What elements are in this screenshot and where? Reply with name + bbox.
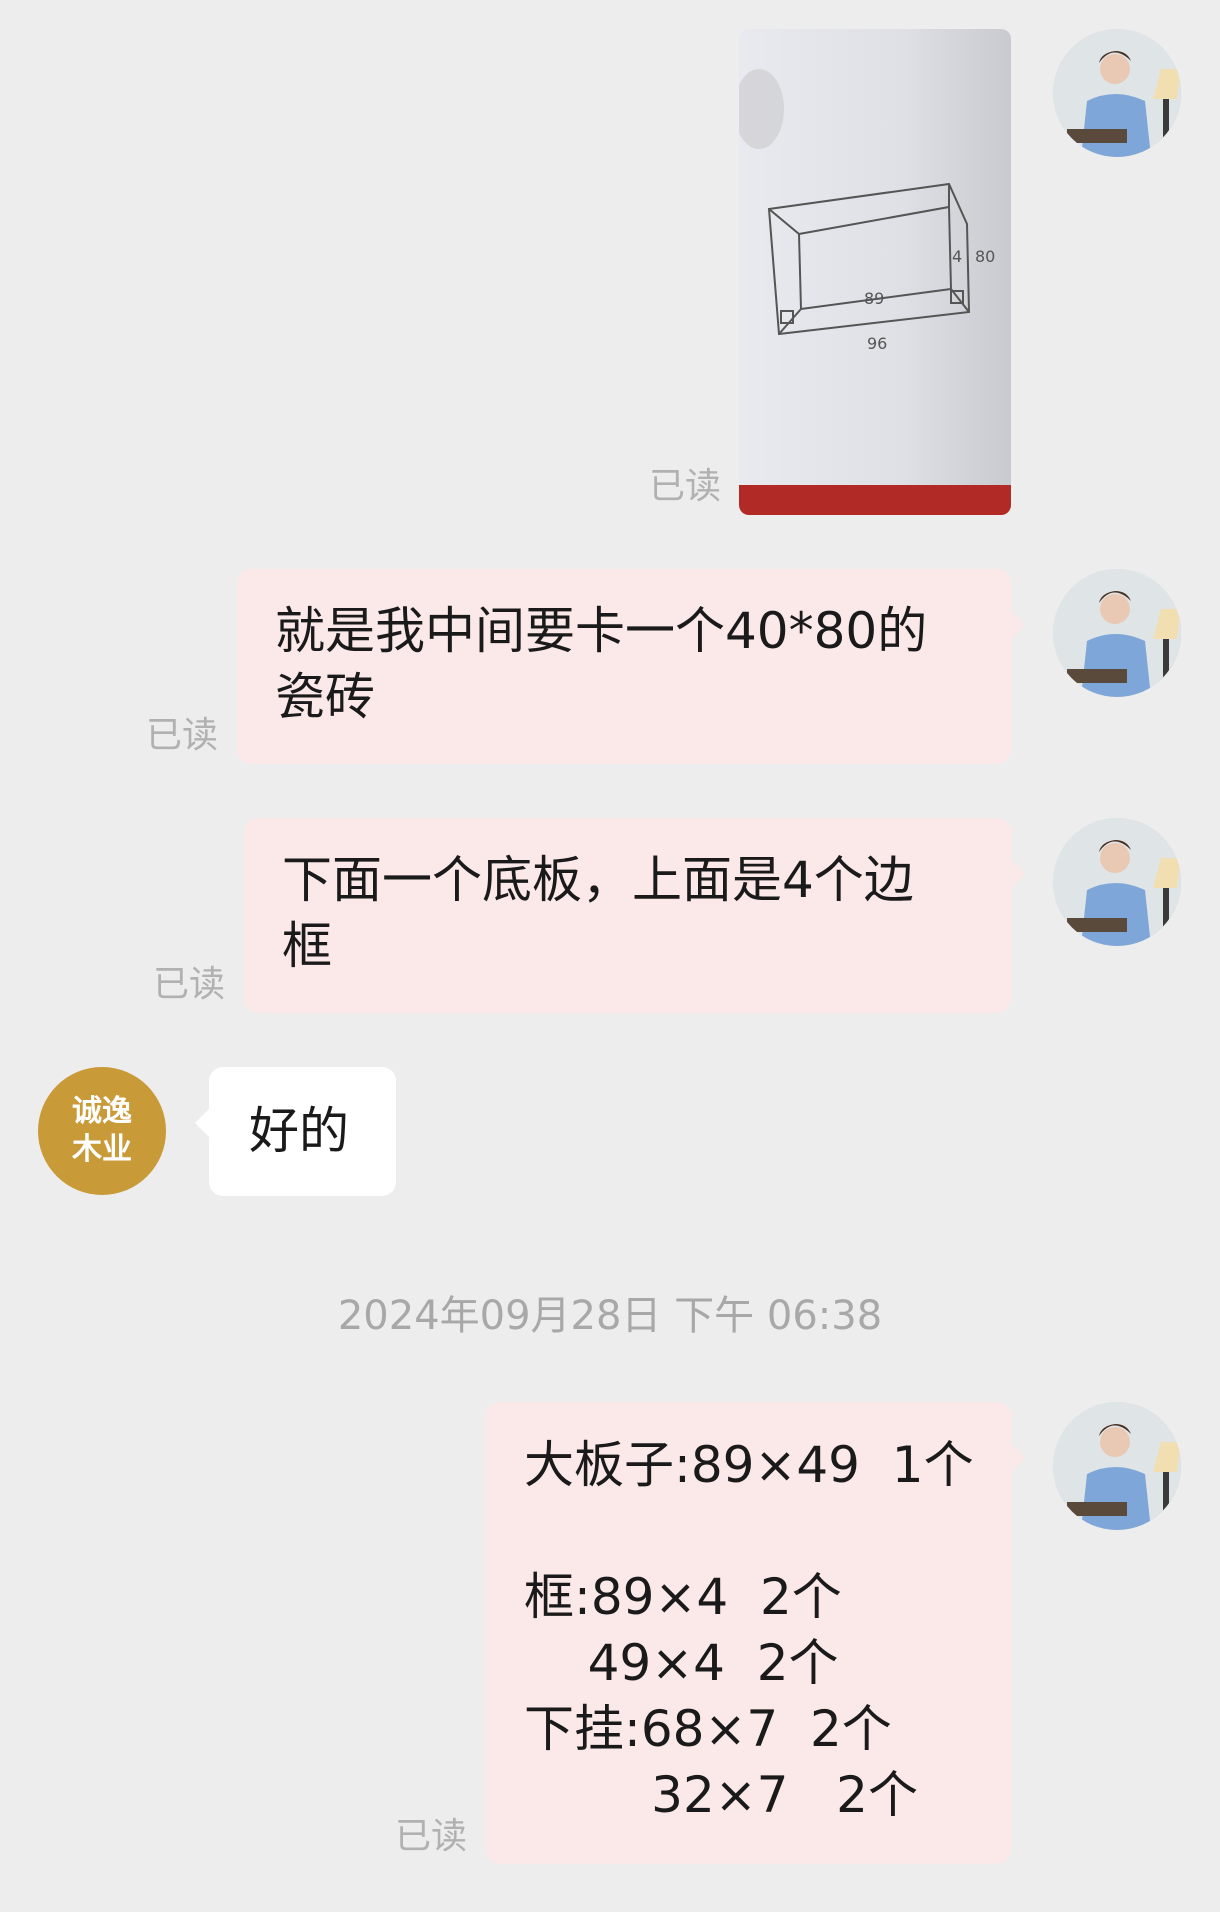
message-bubble[interactable]: 就是我中间要卡一个40*80的 瓷砖 bbox=[237, 569, 1025, 764]
sketch-label-4: 4 bbox=[952, 247, 962, 266]
my-avatar[interactable] bbox=[1053, 29, 1181, 157]
message-timestamp: 2024年09月28日 下午 06:38 bbox=[337, 1293, 883, 1339]
message-text: 好的 bbox=[249, 1102, 349, 1160]
sketch-label-80: 80 bbox=[975, 247, 995, 266]
my-avatar[interactable] bbox=[1053, 1402, 1181, 1530]
my-avatar[interactable] bbox=[1053, 569, 1181, 697]
message-bubble[interactable]: 大板子:89×49 1个 框:89×4 2个 49×4 2个 下挂:68×7 2… bbox=[486, 1402, 1025, 1864]
message-bubble-incoming[interactable]: 好的 bbox=[195, 1067, 396, 1196]
read-status: 已读 bbox=[153, 964, 226, 1005]
shop-avatar[interactable]: 诚逸 木业 bbox=[38, 1067, 166, 1195]
read-status: 已读 bbox=[649, 466, 722, 507]
message-bubble[interactable]: 下面一个底板，上面是4个边 框 bbox=[244, 818, 1025, 1013]
sketch-label-96: 96 bbox=[867, 334, 887, 353]
sketch-label-89: 89 bbox=[864, 289, 884, 308]
my-avatar[interactable] bbox=[1053, 818, 1181, 946]
shop-avatar-line-2: 木业 bbox=[72, 1132, 132, 1167]
shop-avatar-line-1: 诚逸 bbox=[72, 1094, 132, 1129]
read-status: 已读 bbox=[146, 715, 219, 756]
read-status: 已读 bbox=[395, 1816, 468, 1857]
sketch-photo[interactable]: 89 96 4 80 bbox=[739, 29, 1011, 515]
